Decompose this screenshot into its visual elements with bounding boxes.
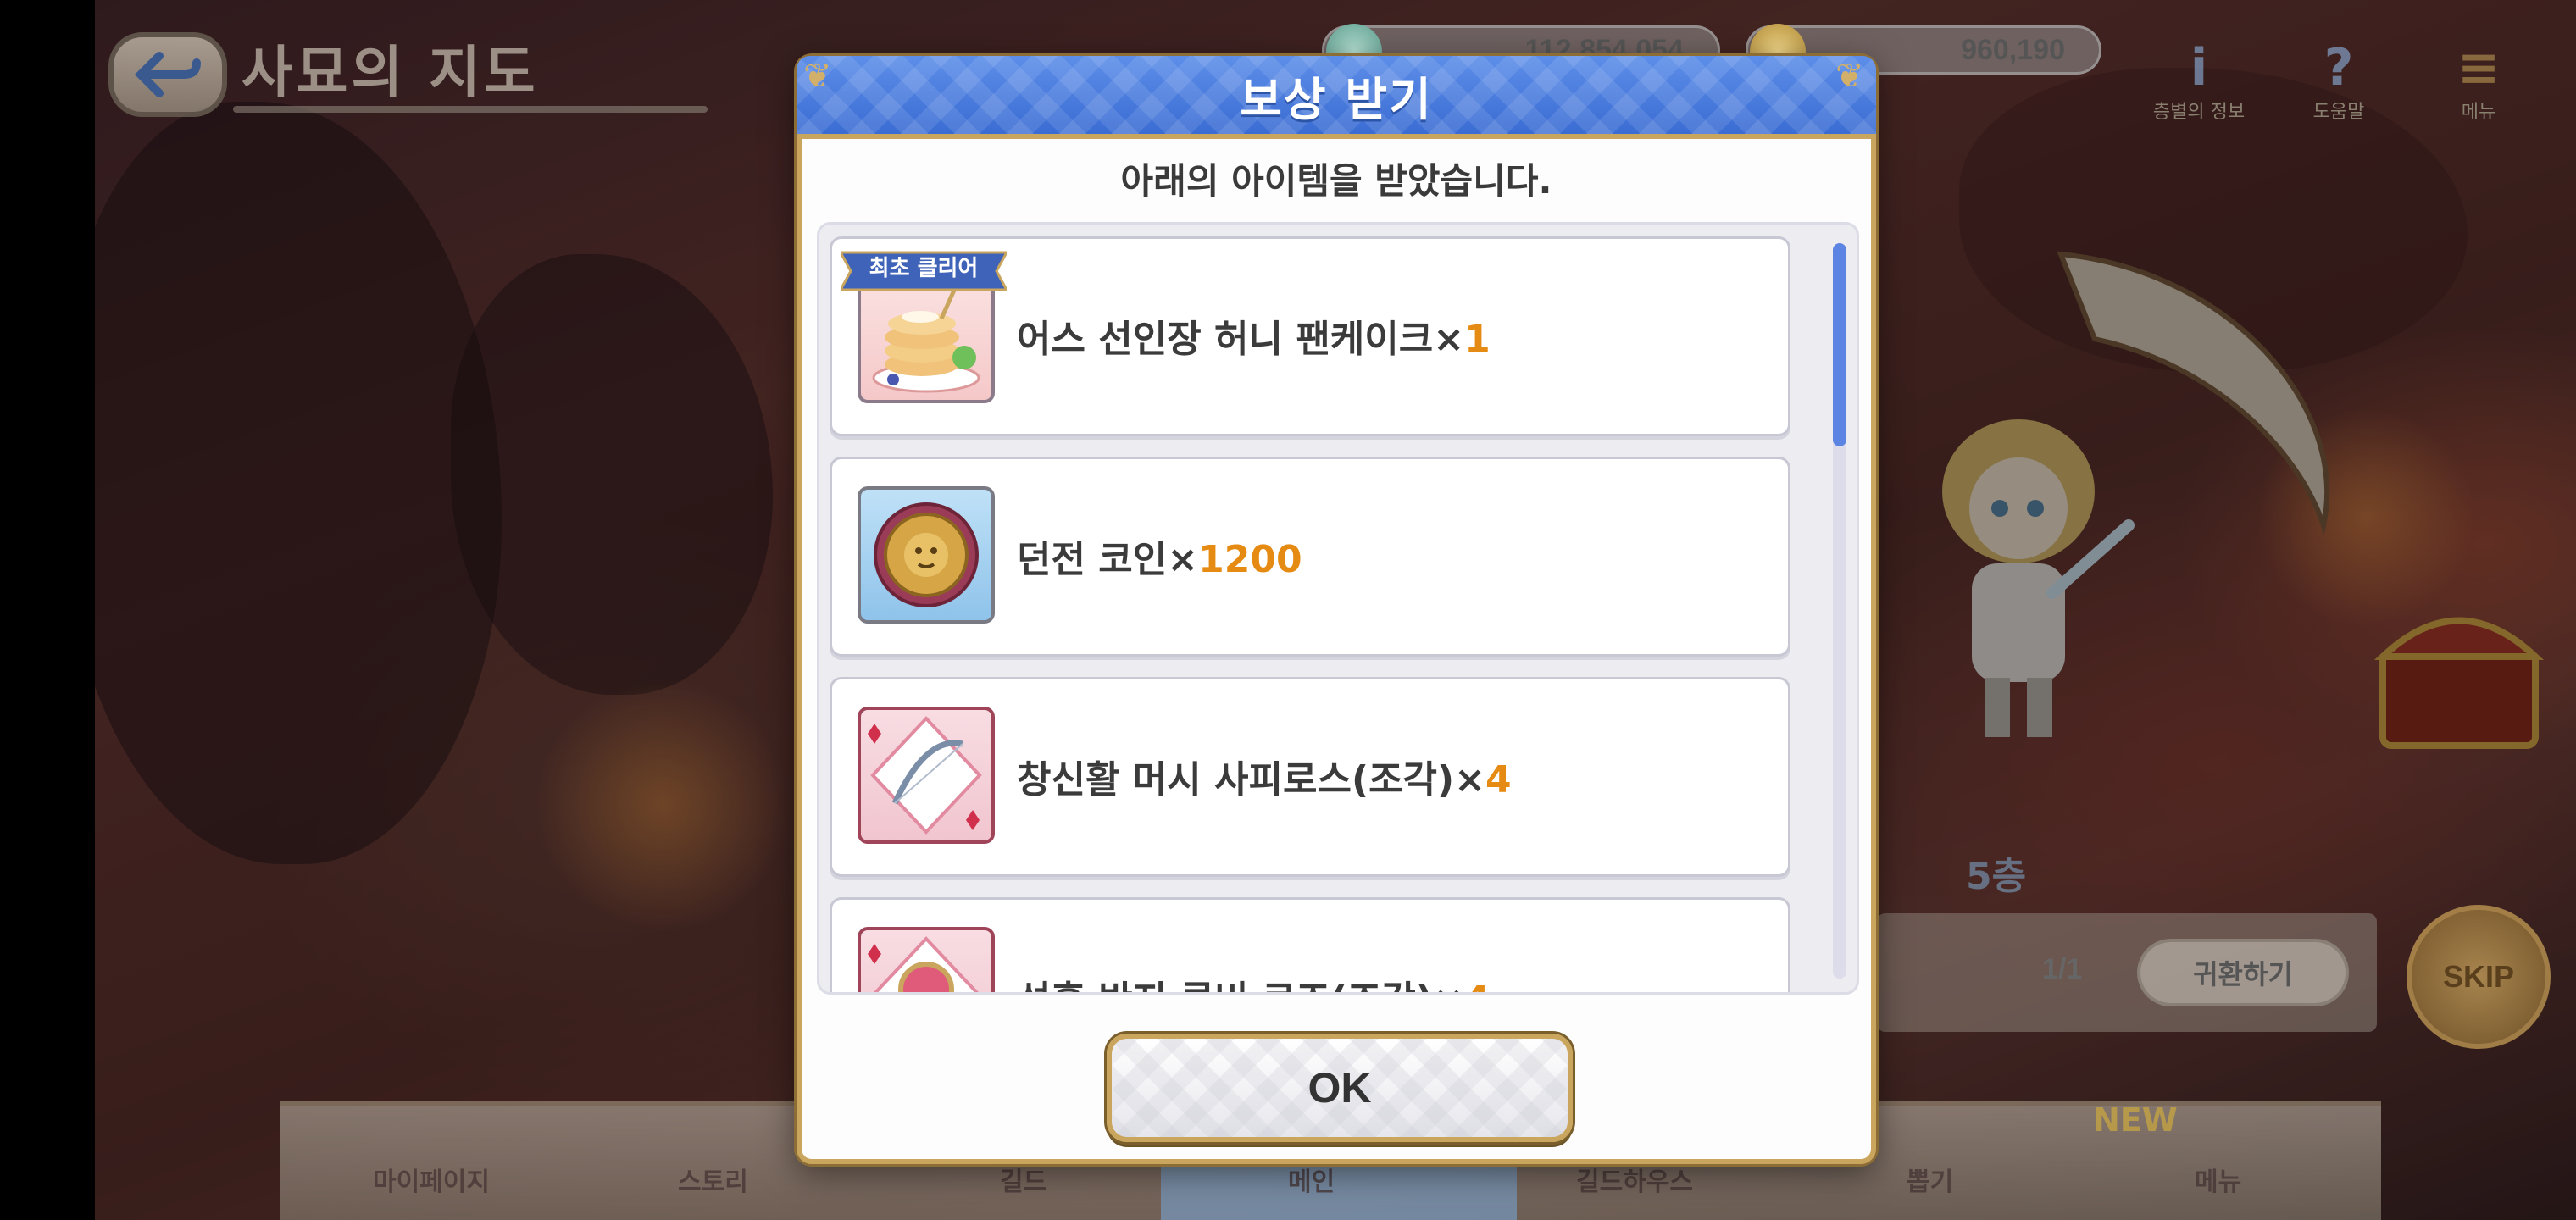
corner-ornament-icon: ❦ xyxy=(1835,57,1864,96)
fragment-graphic xyxy=(868,716,982,835)
reward-item: 성흔 반지 루비 로즈(조각)×4 xyxy=(830,897,1790,992)
scrollbar-thumb[interactable] xyxy=(1833,243,1846,446)
reward-list-scrollbar[interactable] xyxy=(1833,243,1846,979)
reward-item-qty: 1200 xyxy=(1198,538,1302,581)
reward-item-label: 창신활 머시 사피로스(조각)×4 xyxy=(1017,749,1512,803)
page-count: 1/1 xyxy=(2042,953,2083,985)
currency-value: 960,190 xyxy=(1961,33,2065,66)
reward-item: 최초 클리어 어스 선인장 허니 팬케이크×1 xyxy=(830,236,1790,436)
reward-item-qty: 4 xyxy=(1464,979,1491,992)
nav-item-mypage[interactable]: 마이페이지 xyxy=(373,1161,490,1198)
ok-button[interactable]: OK xyxy=(1107,1034,1573,1142)
reward-list-frame[interactable]: 최초 클리어 어스 선인장 허니 팬케이크×1 던전 코인×1200 창신활 머… xyxy=(817,222,1859,995)
return-button[interactable]: 귀환하기 xyxy=(2137,939,2349,1006)
info-caption: 층별의 정보 xyxy=(2152,102,2246,123)
dialog-subtitle: 아래의 아이템을 받았습니다. xyxy=(1120,160,1552,202)
nav-item-gacha[interactable]: 뽑기 xyxy=(1907,1161,1953,1198)
help-caption: 도움말 xyxy=(2312,102,2365,123)
help-icon[interactable]: ? xyxy=(2305,34,2373,102)
reward-item-name: 성흔 반지 루비 로즈(조각)× xyxy=(1017,979,1464,992)
menu-icon[interactable]: ≡ xyxy=(2445,34,2512,102)
nav-item-guild[interactable]: 길드 xyxy=(1000,1161,1046,1198)
reward-item-label: 어스 선인장 허니 팬케이크×1 xyxy=(1017,308,1491,363)
first-clear-badge: 최초 클리어 xyxy=(869,256,979,281)
nav-active-highlight xyxy=(1161,1162,1517,1220)
reward-item-qty: 1 xyxy=(1464,318,1491,361)
reward-item-qty: 4 xyxy=(1485,758,1512,801)
stage-title: 사묘의 지도 xyxy=(242,40,539,105)
nav-item-guild-house[interactable]: 길드하우스 xyxy=(1576,1161,1693,1198)
reward-item-label: 던전 코인×1200 xyxy=(1017,529,1302,583)
skip-button[interactable]: SKIP xyxy=(2407,905,2551,1049)
dialog-title: 보상 받기 xyxy=(1240,72,1433,126)
nav-item-story[interactable]: 스토리 xyxy=(678,1161,748,1198)
reward-item: 창신활 머시 사피로스(조각)×4 xyxy=(830,677,1790,877)
nav-item-menu[interactable]: 메뉴 xyxy=(2195,1161,2241,1198)
back-button[interactable] xyxy=(108,32,227,117)
nav-item-main[interactable]: 메인 xyxy=(1288,1161,1335,1198)
reward-item-name: 어스 선인장 허니 팬케이크× xyxy=(1017,318,1465,361)
reward-dialog: ❦ 보상 받기 ❦ 아래의 아이템을 받았습니다. 최초 클리어 어스 선인장 … xyxy=(797,56,1876,1164)
info-icon[interactable]: i xyxy=(2165,34,2233,102)
back-arrow-icon xyxy=(134,52,201,97)
reward-item-name: 던전 코인× xyxy=(1017,538,1199,581)
corner-ornament-icon: ❦ xyxy=(803,57,832,96)
dialog-header: ❦ 보상 받기 ❦ xyxy=(797,56,1876,139)
reward-item-name: 창신활 머시 사피로스(조각)× xyxy=(1017,758,1486,801)
reward-item-label: 성흔 반지 루비 로즈(조각)×4 xyxy=(1017,969,1491,992)
coin-graphic xyxy=(874,502,979,607)
bow-fragment-icon xyxy=(858,707,995,844)
floor-label: 5층 xyxy=(1966,855,2027,898)
menu-caption: 메뉴 xyxy=(2461,102,2496,123)
title-underline xyxy=(233,106,708,113)
dungeon-coin-icon xyxy=(858,486,995,624)
ring-fragment-icon xyxy=(858,927,995,992)
new-badge: NEW xyxy=(2093,1101,2178,1139)
ok-button-label: OK xyxy=(1307,1064,1372,1112)
fragment-graphic xyxy=(868,936,979,992)
reward-list: 최초 클리어 어스 선인장 허니 팬케이크×1 던전 코인×1200 창신활 머… xyxy=(830,236,1796,992)
reward-item: 던전 코인×1200 xyxy=(830,457,1790,657)
